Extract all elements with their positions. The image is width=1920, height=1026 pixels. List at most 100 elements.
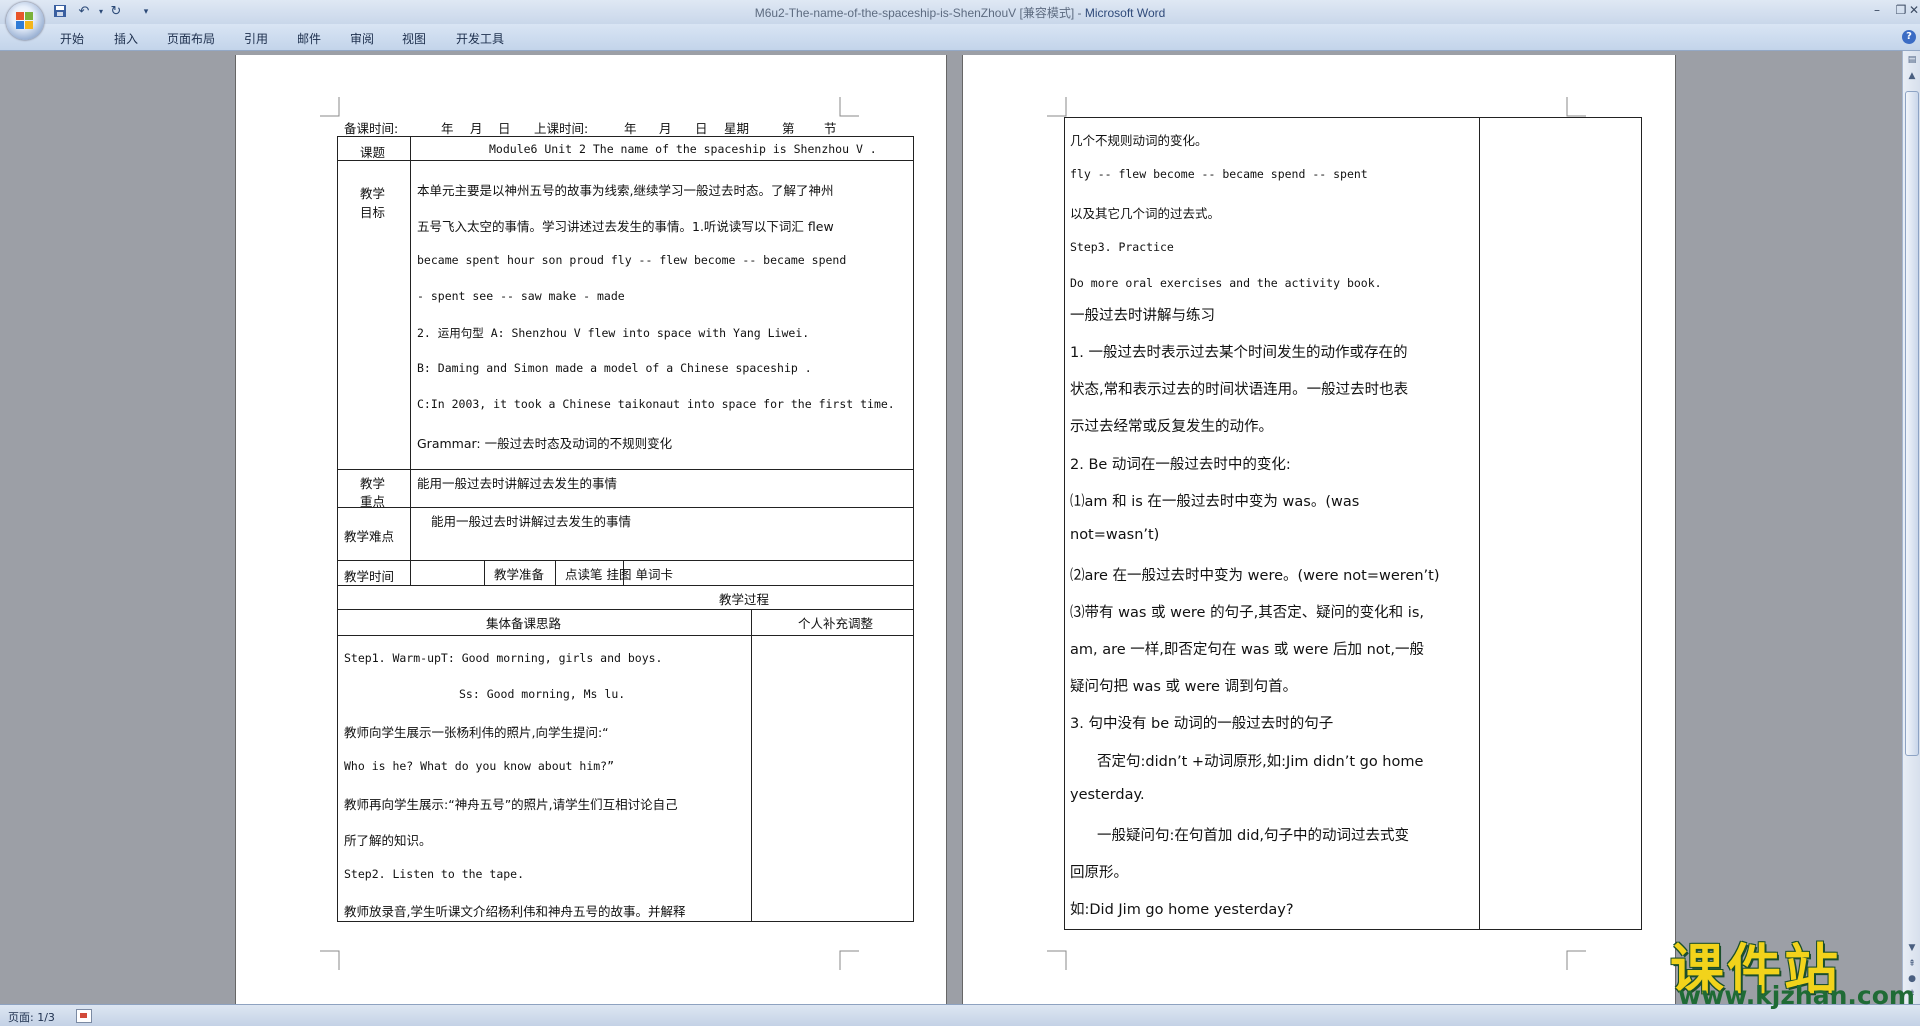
tab-insert[interactable]: 插入 [114, 30, 138, 47]
content-line: Do more oral exercises and the activity … [1070, 276, 1382, 290]
content-line: 否定句:didn’t +动词原形,如:Jim didn’t go home [1097, 754, 1424, 770]
goal-line: - spent see -- saw make - made [417, 289, 625, 303]
plan-column-header: 集体备课思路 [486, 616, 562, 631]
content-line: 几个不规则动词的变化。 [1070, 133, 1208, 148]
site-watermark: 课件站 www.kjzhan.com [1670, 925, 1915, 1010]
personal-column-header: 个人补充调整 [798, 616, 874, 631]
content-line: yesterday. [1070, 787, 1145, 803]
tab-review[interactable]: 审阅 [350, 30, 374, 47]
class-month: 月 [659, 121, 672, 136]
period-label-2: 节 [824, 121, 837, 136]
office-button[interactable] [6, 2, 44, 40]
content-line: ⑴am 和 is 在一般过去时中变为 was。(was [1070, 494, 1360, 510]
prep-time-label: 备课时间: [344, 121, 399, 136]
process-line: 教师向学生展示一张杨利伟的照片,向学生提问:“ [344, 725, 609, 740]
crop-mark-bottom-left [1047, 950, 1067, 970]
goal-line: Grammar: 一般过去时态及动词的不规则变化 [417, 436, 673, 451]
watermark-url: www.kjzhan.com [1678, 981, 1915, 1010]
tab-developer[interactable]: 开发工具 [456, 30, 504, 47]
process-line: Step1. Warm-upT: Good morning, girls and… [344, 651, 663, 665]
prep-value: 点读笔 挂图 单词卡 [565, 567, 673, 582]
status-bar: 页面: 1/3 [0, 1004, 1920, 1026]
office-logo-icon [16, 12, 34, 30]
crop-mark-bottom-left [320, 950, 340, 970]
tab-page-layout[interactable]: 页面布局 [167, 30, 215, 47]
focus-value: 能用一般过去时讲解过去发生的事情 [417, 476, 618, 491]
process-line: 所了解的知识。 [344, 833, 432, 848]
goal-line: 本单元主要是以神州五号的故事为线索,继续学习一般过去时态。了解了神州 [417, 183, 834, 198]
topic-value: Module6 Unit 2 The name of the spaceship… [489, 142, 877, 156]
topic-label: 课题 [360, 145, 386, 160]
focus-label-1: 教学 [360, 476, 386, 491]
app-name: Microsoft Word [1084, 6, 1166, 20]
goal-line: C:In 2003, it took a Chinese taikonaut i… [417, 397, 895, 411]
tab-references[interactable]: 引用 [244, 30, 268, 47]
crop-mark-bottom-right [1566, 950, 1586, 970]
content-line: 示过去经常或反复发生的动作。 [1070, 419, 1273, 435]
crop-mark-top-right [1566, 97, 1586, 117]
goal-line: became spent hour son proud fly -- flew … [417, 253, 847, 267]
document-name: M6u2-The-name-of-the-spaceship-is-ShenZh… [754, 6, 1085, 20]
prep-month: 月 [470, 121, 483, 136]
content-line: 2. Be 动词在一般过去时中的变化: [1070, 457, 1291, 473]
content-line: 状态,常和表示过去的时间状语连用。一般过去时也表 [1070, 382, 1409, 398]
difficulty-value: 能用一般过去时讲解过去发生的事情 [431, 514, 632, 529]
tab-home[interactable]: 开始 [60, 30, 84, 47]
title-bar: ↶ ▾ ↻ ▾ M6u2-The-name-of-the-spaceship-i… [0, 0, 1920, 24]
content-line: ⑶带有 was 或 were 的句子,其否定、疑问的变化和 is, [1070, 605, 1424, 621]
crop-mark-top-left [1047, 97, 1067, 117]
goal-label-2: 目标 [360, 205, 386, 220]
period-label-1: 第 [782, 121, 795, 136]
page-counter[interactable]: 页面: 1/3 [8, 1009, 55, 1025]
goal-line: 2. 运用句型 A: Shenzhou V flew into space wi… [417, 326, 810, 340]
content-line: 回原形。 [1070, 865, 1128, 881]
tab-view[interactable]: 视图 [402, 30, 426, 47]
content-line: fly -- flew become -- became spend -- sp… [1070, 167, 1368, 181]
process-line: Ss: Good morning, Ms lu. [459, 687, 626, 701]
crop-mark-bottom-right [839, 950, 859, 970]
focus-label-2: 重点 [360, 494, 386, 509]
prep-year: 年 [441, 121, 454, 136]
prep-label: 教学准备 [494, 567, 545, 582]
content-line: 1. 一般过去时表示过去某个时间发生的动作或存在的 [1070, 345, 1408, 361]
scroll-down-icon[interactable]: ▼ [1905, 941, 1919, 955]
document-page-2[interactable]: 几个不规则动词的变化。 fly -- flew become -- became… [963, 55, 1675, 1005]
help-icon[interactable]: ? [1902, 30, 1916, 44]
prep-day: 日 [498, 121, 511, 136]
crop-mark-top-left [320, 97, 340, 117]
content-line: 3. 句中没有 be 动词的一般过去时的句子 [1070, 716, 1334, 732]
content-line: 如:Did Jim go home yesterday? [1070, 902, 1294, 918]
process-line: 教师再向学生展示:“神舟五号”的照片,请学生们互相讨论自己 [344, 797, 678, 812]
process-line: Who is he? What do you know about him?” [344, 759, 615, 773]
content-line: 以及其它几个词的过去式。 [1070, 206, 1221, 221]
content-line: ⑵are 在一般过去时中变为 were。(were not=weren’t) [1070, 568, 1440, 584]
proofing-status-icon[interactable] [76, 1009, 92, 1023]
scroll-thumb[interactable] [1905, 91, 1919, 756]
class-year: 年 [624, 121, 637, 136]
ribbon-tab-bar: 开始 插入 页面布局 引用 邮件 审阅 视图 开发工具 ? [0, 24, 1920, 51]
weekday-label: 星期 [724, 121, 750, 136]
content-line: 疑问句把 was 或 were 调到句首。 [1070, 679, 1298, 695]
ruler-toggle-icon[interactable]: ▤ [1905, 53, 1919, 67]
process-line: Step2. Listen to the tape. [344, 867, 525, 881]
process-line: 教师放录音,学生听课文介绍杨利伟和神舟五号的故事。并解释 [344, 904, 686, 919]
vertical-scrollbar[interactable]: ▤ ▲ ▼ ⇞ ● ⇟ [1902, 51, 1920, 1004]
time-label: 教学时间 [344, 569, 395, 584]
content-line: 一般过去时讲解与练习 [1070, 308, 1215, 324]
scroll-up-icon[interactable]: ▲ [1905, 69, 1919, 83]
goal-line: 五号飞入太空的事情。学习讲述过去发生的事情。1.听说读写以下词汇 flew [417, 219, 834, 234]
goal-line: B: Daming and Simon made a model of a Ch… [417, 361, 812, 375]
class-day: 日 [695, 121, 708, 136]
crop-mark-top-right [839, 97, 859, 117]
tab-mailings[interactable]: 邮件 [297, 30, 321, 47]
document-page-1[interactable]: 备课时间: 年 月 日 上课时间: 年 月 日 星期 第 节 课题 Module… [236, 55, 946, 1005]
goal-label-1: 教学 [360, 186, 386, 201]
process-label: 教学过程 [719, 592, 770, 607]
content-line: not=wasn’t) [1070, 527, 1160, 543]
close-icon[interactable]: ✕ [1908, 2, 1920, 18]
minimize-icon[interactable]: – [1866, 2, 1888, 18]
content-line: 一般疑问句:在句首加 did,句子中的动词过去式变 [1097, 828, 1410, 844]
content-line: Step3. Practice [1070, 240, 1174, 254]
difficulty-label: 教学难点 [344, 529, 395, 544]
previous-page-icon[interactable]: ⇞ [1905, 957, 1919, 971]
